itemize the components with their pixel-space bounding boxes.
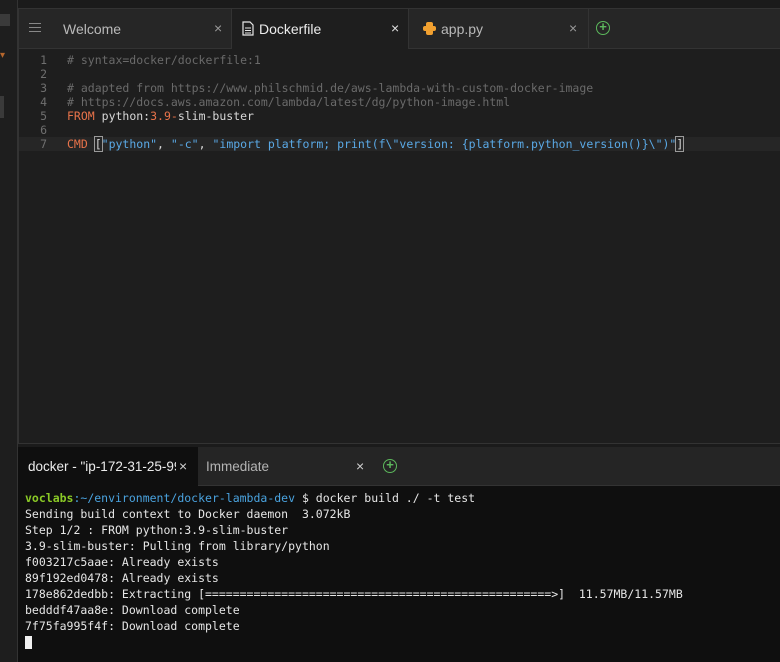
cmd-arg: "-c" [170, 137, 199, 151]
separator: , [157, 137, 171, 151]
close-icon[interactable]: × [569, 20, 577, 36]
line-text: # syntax=docker/dockerfile:1 [67, 53, 261, 67]
close-icon[interactable]: × [179, 458, 187, 474]
terminal-line: 3.9-slim-buster: Pulling from library/py… [25, 539, 330, 553]
line-text: FROM python:3.9-slim-buster [67, 109, 254, 123]
code-line: 2 [19, 67, 780, 81]
image-version: 3.9- [150, 109, 178, 123]
code-line-current: 7 CMD ["python", "-c", "import platform;… [19, 136, 780, 152]
editor-tabbar: Welcome × Dockerfile × app.py × + [19, 9, 780, 49]
terminal-line: Sending build context to Docker daemon 3… [25, 507, 351, 521]
cmd-arg: "import platform; print(f\"version: {pla… [212, 137, 677, 151]
terminal-cursor-line [25, 634, 683, 650]
prompt-user: voclabs [25, 491, 74, 505]
code-editor[interactable]: 1 # syntax=docker/dockerfile:1 2 3 # ada… [19, 53, 780, 152]
tab-immediate[interactable]: Immediate × [198, 447, 378, 485]
line-number: 2 [40, 67, 47, 81]
file-icon [242, 21, 254, 36]
terminal-output[interactable]: voclabs:~/environment/docker-lambda-dev … [25, 490, 683, 650]
tab-label: docker - "ip-172-31-25-99. [28, 459, 176, 474]
prompt-command: $ docker build ./ -t test [295, 491, 476, 505]
close-icon[interactable]: × [356, 458, 364, 474]
add-tab-icon[interactable]: + [596, 20, 610, 35]
terminal-line: bedddf47aa8e: Download complete [25, 603, 240, 617]
terminal-cursor [25, 636, 32, 649]
terminal-line: 7f75fa995f4f: Download complete [25, 619, 240, 633]
left-sidebar-strip: ▾ [0, 0, 18, 662]
line-number: 4 [40, 95, 47, 109]
tab-docker-terminal[interactable]: docker - "ip-172-31-25-99. × [18, 447, 198, 486]
terminal-line: 89f192ed0478: Already exists [25, 571, 219, 585]
tab-label: Welcome [63, 21, 122, 37]
tab-welcome[interactable]: Welcome × [52, 9, 232, 48]
image-variant: slim-buster [177, 109, 254, 123]
tab-label: app.py [441, 21, 484, 37]
bracket-close: ] [675, 136, 685, 152]
tab-label: Immediate [206, 459, 270, 474]
line-text: # adapted from https://www.philschmid.de… [67, 81, 594, 95]
terminal-line: 178e862dedbb: Extracting [==============… [25, 587, 683, 601]
close-icon[interactable]: × [391, 20, 399, 36]
line-number: 6 [40, 123, 47, 137]
line-number: 3 [40, 81, 47, 95]
line-number: 1 [40, 53, 47, 67]
editor-pane: Welcome × Dockerfile × app.py × + 1 # sy… [18, 8, 780, 444]
sidebar-handle[interactable] [0, 14, 10, 26]
cmd-arg: "python" [101, 137, 158, 151]
line-number: 7 [40, 137, 47, 151]
line-number: 5 [40, 109, 47, 123]
terminal-line: Step 1/2 : FROM python:3.9-slim-buster [25, 523, 289, 537]
bracket-open: [ [93, 136, 103, 152]
python-file-icon [423, 22, 436, 35]
image-name: python: [101, 109, 151, 123]
separator: , [198, 137, 213, 151]
git-branch-icon[interactable]: ▾ [0, 50, 5, 61]
keyword-cmd: CMD [67, 137, 88, 151]
code-line: 3 # adapted from https://www.philschmid.… [19, 81, 780, 95]
code-line: 5 FROM python:3.9-slim-buster [19, 109, 780, 123]
code-line: 4 # https://docs.aws.amazon.com/lambda/l… [19, 95, 780, 109]
tab-label: Dockerfile [259, 21, 322, 37]
tab-dockerfile[interactable]: Dockerfile × [232, 9, 409, 49]
terminal-pane: docker - "ip-172-31-25-99. × Immediate ×… [18, 447, 780, 662]
close-icon[interactable]: × [214, 20, 222, 36]
code-line: 1 # syntax=docker/dockerfile:1 [19, 53, 780, 67]
add-tab-icon[interactable]: + [383, 458, 397, 473]
prompt-path: :~/environment/docker-lambda-dev [73, 491, 296, 505]
tab-app-py[interactable]: app.py × [409, 9, 589, 48]
line-text: # https://docs.aws.amazon.com/lambda/lat… [67, 95, 511, 109]
terminal-tabbar: docker - "ip-172-31-25-99. × Immediate ×… [18, 447, 780, 486]
line-text: CMD ["python", "-c", "import platform; p… [67, 136, 685, 152]
tab-menu-icon[interactable] [29, 23, 41, 33]
code-line: 6 [19, 123, 780, 137]
sidebar-indicator [0, 96, 4, 118]
keyword-from: FROM [67, 109, 95, 123]
terminal-line: f003217c5aae: Already exists [25, 555, 219, 569]
terminal-prompt-line: voclabs:~/environment/docker-lambda-dev … [25, 490, 683, 506]
